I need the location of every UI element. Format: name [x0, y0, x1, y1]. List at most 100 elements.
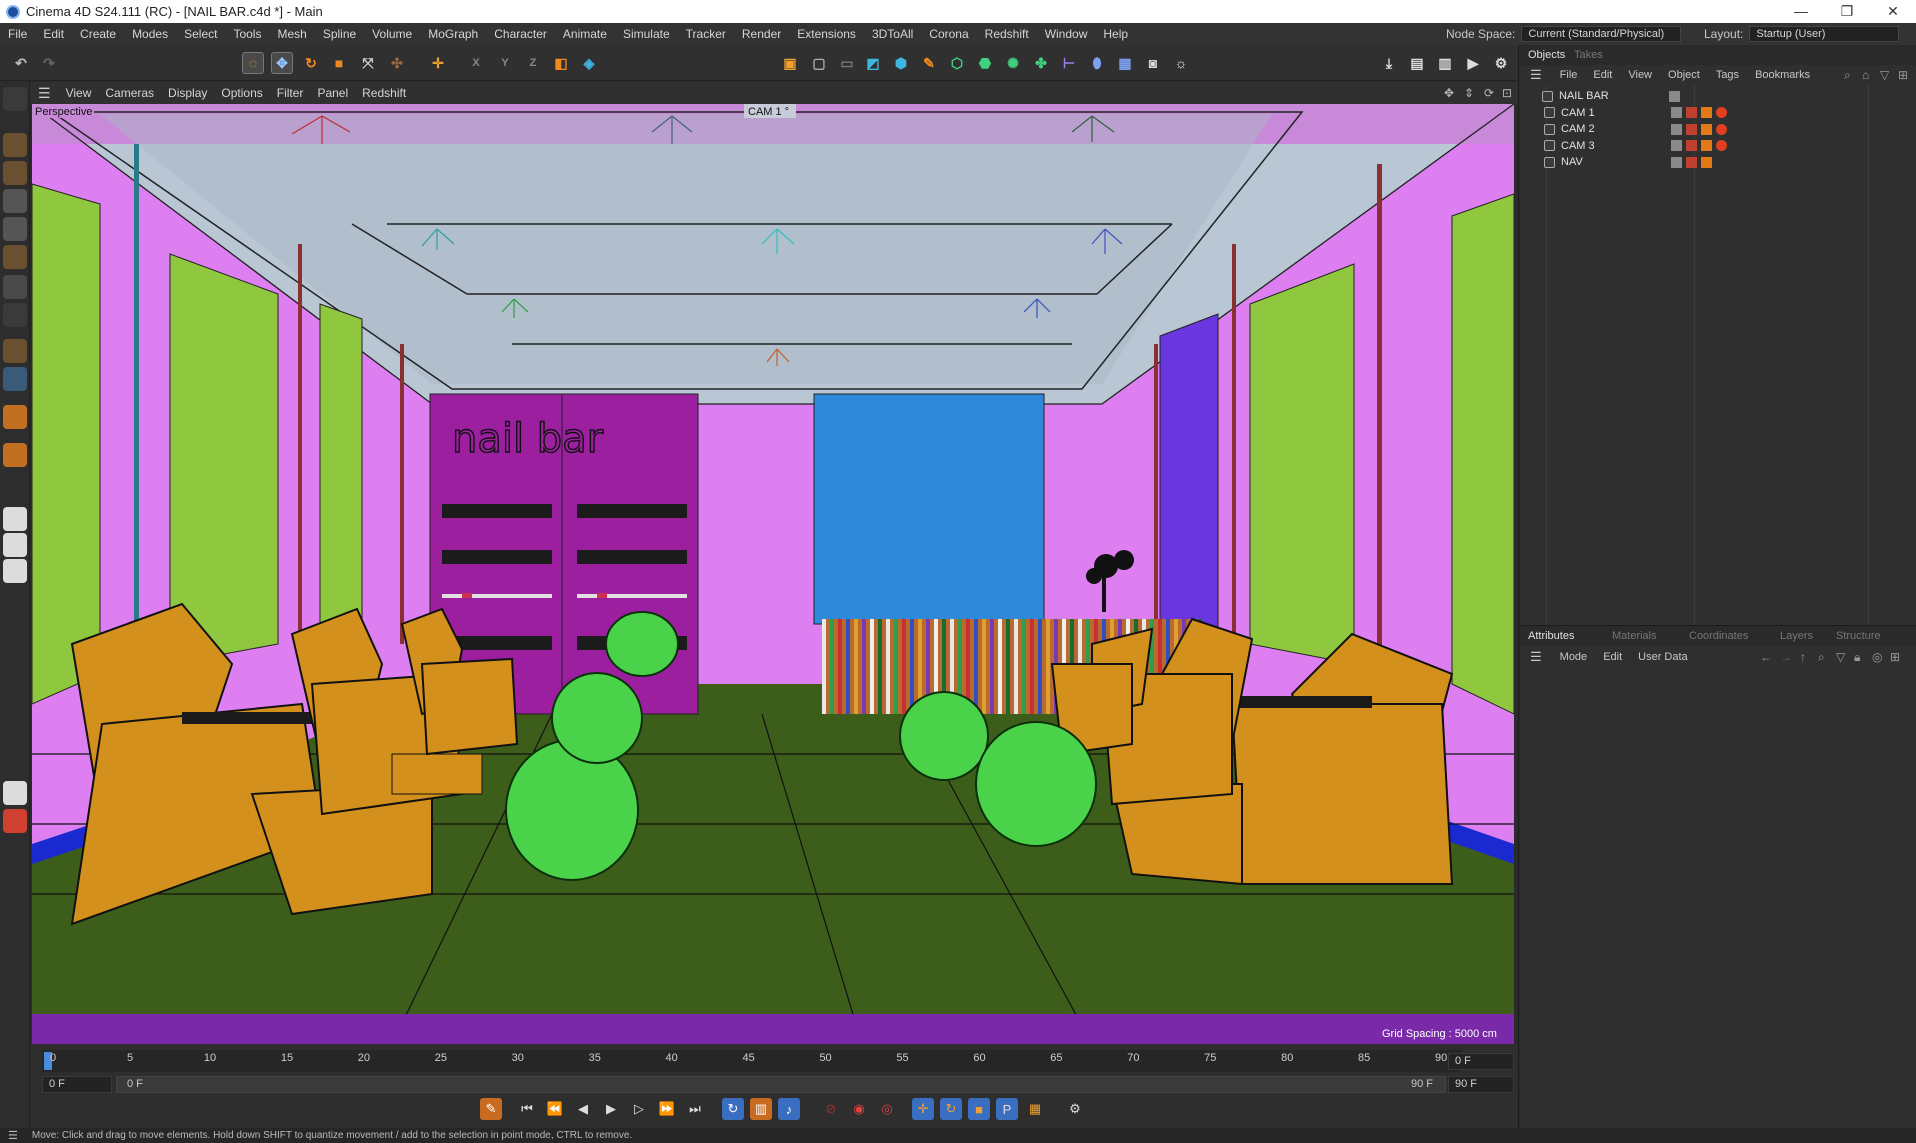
- layout-selector[interactable]: Layout: Startup (User): [1704, 23, 1900, 45]
- menu-modes[interactable]: Modes: [124, 27, 176, 41]
- redshift-icon[interactable]: [3, 809, 27, 833]
- key-rotation-icon[interactable]: ↻: [940, 1098, 962, 1120]
- tab-layers[interactable]: Layers: [1780, 630, 1813, 642]
- timeline-settings-icon[interactable]: ⚙: [1064, 1098, 1086, 1120]
- menu-spline[interactable]: Spline: [315, 27, 364, 41]
- hamburger-menu-icon[interactable]: ☰: [38, 85, 51, 102]
- next-frame-icon[interactable]: ▷: [628, 1098, 650, 1120]
- attributes-menu-user-data[interactable]: User Data: [1630, 651, 1696, 663]
- protection-tag-icon[interactable]: [1716, 123, 1727, 135]
- objects-menu-object[interactable]: Object: [1660, 69, 1708, 81]
- field-icon[interactable]: ✤: [1030, 52, 1052, 74]
- menu-render[interactable]: Render: [734, 27, 789, 41]
- menu-3dtoall[interactable]: 3DToAll: [864, 27, 921, 41]
- camera-tag-icon[interactable]: [1701, 140, 1712, 151]
- protection-tag-icon[interactable]: [1716, 107, 1727, 118]
- viewport-menu-filter[interactable]: Filter: [270, 86, 311, 100]
- go-to-end-icon[interactable]: ⏭: [684, 1098, 706, 1120]
- menu-redshift[interactable]: Redshift: [977, 27, 1037, 41]
- objects-menu-view[interactable]: View: [1620, 69, 1660, 81]
- key-parameter-icon[interactable]: P: [996, 1098, 1018, 1120]
- light-icon[interactable]: ☼: [1170, 52, 1192, 74]
- deformer-icon[interactable]: ✺: [1002, 52, 1024, 74]
- transform-tool-icon[interactable]: ⤧: [357, 52, 379, 74]
- node-space-dropdown[interactable]: Current (Standard/Physical): [1521, 26, 1682, 42]
- grid-icon[interactable]: ▦: [1114, 52, 1136, 74]
- floor-icon[interactable]: ⬮: [1086, 52, 1108, 74]
- menu-mograph[interactable]: MoGraph: [420, 27, 486, 41]
- forward-arrow-icon[interactable]: →: [1780, 650, 1792, 664]
- lock-icon[interactable]: 🔒︎: [1854, 650, 1860, 665]
- render-view-icon[interactable]: ▢: [808, 52, 830, 74]
- object-row[interactable]: CAM 3: [1544, 137, 1731, 155]
- visibility-toggle-icon[interactable]: [1671, 140, 1682, 151]
- render-settings-icon[interactable]: ▤: [1406, 52, 1428, 74]
- go-to-start-icon[interactable]: ⏮: [516, 1098, 538, 1120]
- render-to-viewer-icon[interactable]: ▶: [1462, 52, 1484, 74]
- objects-menu-bookmarks[interactable]: Bookmarks: [1747, 69, 1818, 81]
- make-editable-icon[interactable]: [3, 87, 27, 111]
- 3d-viewport[interactable]: nail bar Perspective CAM 1 ° Grid Spacin…: [32, 104, 1514, 1044]
- object-row[interactable]: NAIL BAR: [1542, 87, 1684, 105]
- visibility-toggle-icon[interactable]: [1671, 156, 1682, 168]
- objects-menu-edit[interactable]: Edit: [1585, 69, 1620, 81]
- menu-edit[interactable]: Edit: [35, 27, 72, 41]
- attributes-hamburger-icon[interactable]: ☰: [1530, 649, 1542, 665]
- viewport-menu-panel[interactable]: Panel: [310, 86, 355, 100]
- objects-menu-file[interactable]: File: [1552, 69, 1586, 81]
- tab-attributes[interactable]: Attributes: [1528, 630, 1574, 642]
- cube-icon[interactable]: ⬢: [890, 52, 912, 74]
- record-disabled-icon[interactable]: ⊘: [820, 1098, 842, 1120]
- y-axis-lock-icon[interactable]: Y: [494, 52, 516, 74]
- world-axis-icon[interactable]: ✛: [427, 52, 449, 74]
- menu-window[interactable]: Window: [1037, 27, 1096, 41]
- x-axis-lock-icon[interactable]: X: [465, 52, 487, 74]
- menu-volume[interactable]: Volume: [364, 27, 420, 41]
- key-pla-icon[interactable]: ▦: [1024, 1098, 1046, 1120]
- orbit-view-icon[interactable]: ⟳: [1484, 86, 1494, 100]
- visibility-toggle-icon[interactable]: [1671, 107, 1682, 118]
- locked-workplane-icon[interactable]: [3, 367, 27, 391]
- menu-create[interactable]: Create: [72, 27, 124, 41]
- z-axis-lock-icon[interactable]: Z: [522, 52, 544, 74]
- snapping-icon[interactable]: ◈: [578, 52, 600, 74]
- tab-structure[interactable]: Structure: [1836, 630, 1881, 642]
- cube-primitive-icon[interactable]: ◩: [862, 52, 884, 74]
- object-row[interactable]: NAV: [1544, 153, 1716, 171]
- placement-tool-icon[interactable]: ✣: [386, 52, 408, 74]
- render-region-icon[interactable]: ▣: [779, 52, 801, 74]
- previous-frame-icon[interactable]: ◀: [572, 1098, 594, 1120]
- interpolation-icon[interactable]: ▥: [750, 1098, 772, 1120]
- timeline-ruler[interactable]: 0 5 10 15 20 25 30 35 40 45 50 55 60 65 70 75 80 85 90: [42, 1050, 1462, 1072]
- paint-icon[interactable]: [3, 405, 27, 429]
- axis-mode-icon[interactable]: [3, 303, 27, 327]
- end-frame-field[interactable]: 90 F: [1448, 1076, 1514, 1093]
- close-button[interactable]: ✕: [1870, 0, 1916, 23]
- redo-icon[interactable]: ↷: [38, 52, 60, 74]
- tab-materials[interactable]: Materials: [1612, 630, 1657, 642]
- menu-character[interactable]: Character: [486, 27, 555, 41]
- attr-new-window-icon[interactable]: ⊞: [1890, 650, 1900, 664]
- menu-select[interactable]: Select: [176, 27, 225, 41]
- pan-view-icon[interactable]: ✥: [1444, 86, 1454, 100]
- objects-hamburger-icon[interactable]: ☰: [1530, 67, 1542, 83]
- subdivision-icon[interactable]: ⬡: [946, 52, 968, 74]
- live-selection-icon[interactable]: ◌: [242, 52, 264, 74]
- status-menu-icon[interactable]: ☰: [8, 1129, 18, 1142]
- tab-objects[interactable]: Objects: [1528, 49, 1565, 61]
- brush-icon[interactable]: [3, 533, 27, 557]
- target-tag-icon[interactable]: [1686, 156, 1697, 168]
- model-mode-icon[interactable]: [3, 133, 27, 157]
- attr-search-icon[interactable]: ⌕: [1818, 650, 1825, 665]
- key-position-icon[interactable]: ✛: [912, 1098, 934, 1120]
- points-mode-icon[interactable]: [3, 189, 27, 213]
- camera-tag-icon[interactable]: [1701, 156, 1712, 168]
- viewport-menu-view[interactable]: View: [59, 86, 99, 100]
- home-icon[interactable]: ⌂: [1862, 68, 1869, 82]
- menu-simulate[interactable]: Simulate: [615, 27, 678, 41]
- texture-mode-icon[interactable]: [3, 161, 27, 185]
- attributes-menu-edit[interactable]: Edit: [1595, 651, 1630, 663]
- node-space-selector[interactable]: Node Space: Current (Standard/Physical): [1446, 23, 1682, 45]
- pen-spline-icon[interactable]: ✎: [918, 52, 940, 74]
- menu-animate[interactable]: Animate: [555, 27, 615, 41]
